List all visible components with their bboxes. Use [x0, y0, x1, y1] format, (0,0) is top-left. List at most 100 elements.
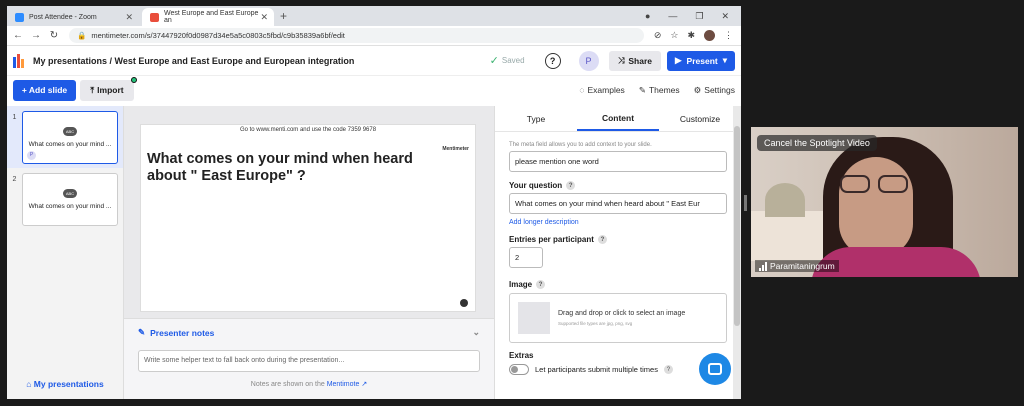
slide-preview[interactable]: Go to www.menti.com and use the code 735… [140, 124, 476, 312]
mentimeter-logo-icon[interactable] [13, 53, 27, 68]
slide-number: 1 [12, 114, 17, 121]
question-input[interactable]: What comes on your mind when heard about… [509, 193, 727, 214]
minimize-icon[interactable]: — [668, 11, 677, 21]
image-label: Image ? [509, 280, 727, 289]
signal-bars-icon [759, 261, 767, 271]
slide-thumbnail[interactable]: ABC What comes on your mind ... P [22, 110, 118, 164]
presenter-notes-title: Presenter notes [150, 327, 215, 338]
menu-icon[interactable]: ⋮ [724, 30, 733, 41]
gear-icon: ⚙ [693, 84, 702, 95]
home-icon: ⌂ [26, 379, 32, 389]
slide-thumbnail[interactable]: ABC What comes on your mind ... [22, 172, 118, 226]
maximize-icon[interactable]: ❐ [695, 11, 703, 22]
slide-list: 1 ABC What comes on your mind ... P 2 AB… [7, 106, 124, 399]
mentimeter-favicon-icon [150, 12, 159, 22]
close-tab-icon[interactable]: ✕ [260, 12, 268, 23]
participant-icon [460, 299, 468, 307]
tab-customize[interactable]: Customize [659, 106, 741, 131]
reload-icon[interactable]: ↻ [47, 30, 61, 41]
external-link-icon[interactable]: ↗ [361, 381, 367, 388]
edit-panel: Type Content Customize The meta field al… [494, 106, 741, 399]
menti-header: My presentations / West Europe and East … [7, 46, 741, 76]
record-icon[interactable]: ● [645, 11, 650, 21]
slide-item[interactable]: 1 ABC What comes on your mind ... P [7, 106, 123, 168]
tab-content[interactable]: Content [577, 106, 659, 131]
help-icon[interactable]: ? [566, 181, 576, 190]
image-label-text: Image [509, 280, 533, 289]
tab-title: Post Attendee - Zoom [29, 13, 97, 21]
help-icon[interactable]: ? [536, 280, 546, 289]
word-cloud-icon: ABC [63, 188, 77, 198]
share-button[interactable]: ⤨ Share [608, 50, 661, 71]
play-icon: ▶ [675, 55, 682, 65]
image-placeholder [518, 302, 550, 334]
forward-icon[interactable]: → [29, 30, 43, 41]
participant-glasses [840, 175, 912, 195]
mentimote-link[interactable]: Mentimote [327, 381, 360, 388]
check-icon: ✓ [489, 55, 499, 67]
tab-mentimeter[interactable]: West Europe and East Europe an ✕ [142, 8, 274, 26]
help-icon[interactable]: ? [597, 235, 607, 244]
chat-icon [708, 363, 722, 375]
slide-item[interactable]: 2 ABC What comes on your mind ... [7, 168, 123, 230]
panel-body: The meta field allows you to add context… [495, 142, 741, 375]
editor-body: 1 ABC What comes on your mind ... P 2 AB… [7, 106, 741, 399]
add-longer-description-link[interactable]: Add longer description [509, 219, 727, 226]
panel-tabs: Type Content Customize [495, 106, 741, 132]
close-window-icon[interactable]: ✕ [721, 11, 729, 22]
chevron-down-icon[interactable]: ▾ [723, 55, 727, 66]
settings-label: Settings [704, 85, 735, 95]
image-dropzone[interactable]: Drag and drop or click to select an imag… [509, 293, 727, 343]
import-button[interactable]: ⤒ Import [80, 76, 137, 101]
cancel-spotlight-button[interactable]: Cancel the Spotlight Video [757, 135, 877, 151]
close-tab-icon[interactable]: ✕ [125, 12, 133, 23]
share-icon: ⤨ [617, 55, 625, 65]
themes-button[interactable]: ✎ Themes [639, 85, 680, 96]
chat-support-button[interactable] [699, 353, 731, 385]
my-presentations-link[interactable]: ⌂ My presentations [7, 379, 123, 389]
user-badge: P [27, 150, 36, 160]
zoom-video-tile: Cancel the Spotlight Video Paramitaningr… [751, 127, 1018, 277]
tab-strip: Post Attendee - Zoom ✕ West Europe and E… [7, 6, 741, 26]
url-input[interactable]: 🔒 mentimeter.com/s/37447920f0d0987d34e5a… [69, 28, 644, 43]
breadcrumb[interactable]: My presentations / West Europe and East … [33, 56, 354, 66]
zoom-favicon-icon [15, 12, 24, 22]
star-icon[interactable]: ☆ [670, 30, 678, 41]
scrollbar-thumb[interactable] [734, 126, 740, 326]
tab-zoom[interactable]: Post Attendee - Zoom ✕ [7, 8, 139, 26]
import-label: Import [97, 85, 124, 95]
video-panel-handle[interactable] [744, 195, 747, 211]
saved-label: Saved [501, 56, 525, 65]
new-tab-icon[interactable]: + [280, 9, 287, 23]
chevron-down-icon[interactable]: ⌄ [472, 327, 480, 338]
participant-face [839, 157, 913, 257]
extras-label: Extras [509, 351, 534, 360]
panel-scrollbar[interactable] [733, 106, 741, 399]
menti-toolbar: + Add slide ⤒ Import ◌ Examples ✎ Themes ⚙… [7, 76, 741, 104]
present-button[interactable]: ▶ Present ▾ [667, 50, 735, 71]
notes-input[interactable]: Write some helper text to fall back onto… [138, 350, 480, 372]
pencil-icon: ✎ [138, 327, 146, 337]
meta-hint: The meta field allows you to add context… [509, 142, 652, 148]
window-controls: ● — ❐ ✕ [645, 6, 741, 26]
presenter-notes-header[interactable]: ✎ Presenter notes ⌄ [124, 319, 494, 346]
tab-type[interactable]: Type [495, 106, 577, 131]
user-avatar[interactable]: P [578, 50, 599, 71]
entries-input[interactable]: 2 [509, 247, 543, 268]
extensions-icon[interactable]: ✱ [687, 30, 695, 41]
brush-icon: ✎ [638, 84, 646, 95]
add-slide-button[interactable]: + Add slide [13, 79, 76, 101]
examples-button[interactable]: ◌ Examples [579, 85, 624, 96]
meta-field[interactable]: please mention one word [509, 151, 727, 172]
camera-off-icon[interactable]: ⊘ [654, 30, 662, 41]
entries-label: Entries per participant ? [509, 235, 727, 244]
settings-button[interactable]: ⚙ Settings [694, 85, 735, 96]
help-icon[interactable]: ? [544, 52, 561, 69]
presenter-notes: ✎ Presenter notes ⌄ Write some helper te… [124, 318, 494, 399]
multiple-submissions-label: Let participants submit multiple times [535, 365, 658, 374]
profile-avatar[interactable] [704, 30, 715, 41]
tab-title: West Europe and East Europe an [164, 10, 259, 24]
multiple-submissions-toggle[interactable] [509, 364, 529, 375]
back-icon[interactable]: ← [11, 30, 25, 41]
help-icon[interactable]: ? [663, 365, 673, 374]
